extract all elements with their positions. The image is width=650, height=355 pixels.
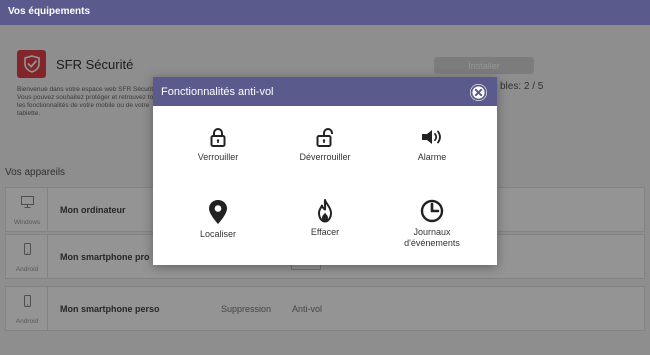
close-icon <box>470 84 487 101</box>
feature-alarm[interactable]: Alarme <box>387 126 477 163</box>
feature-unlock[interactable]: Déverrouiller <box>280 126 370 163</box>
speaker-icon <box>422 130 441 144</box>
feature-locate[interactable]: Localiser <box>173 199 263 240</box>
flame-icon <box>318 199 332 223</box>
feature-label: Verrouiller <box>197 152 239 162</box>
top-bar: Vos équipements <box>0 0 650 25</box>
modal-header: Fonctionnalités anti-vol <box>153 77 497 106</box>
antitheft-modal: Fonctionnalités anti-vol Verrouiller Dév… <box>153 77 497 265</box>
lock-icon <box>210 128 226 147</box>
feature-label: Alarme <box>417 152 447 162</box>
clock-icon <box>420 199 444 223</box>
feature-label: Effacer <box>310 227 340 237</box>
feature-label: Déverrouiller <box>299 152 351 162</box>
feature-event-logs[interactable]: Journaux d'événements <box>387 199 477 249</box>
feature-wipe[interactable]: Effacer <box>280 199 370 238</box>
modal-title: Fonctionnalités anti-vol <box>161 86 274 98</box>
map-pin-icon <box>209 200 227 224</box>
page-title: Vos équipements <box>8 6 91 17</box>
feature-label: Localiser <box>199 229 237 239</box>
unlock-icon <box>316 128 333 147</box>
close-button[interactable] <box>470 84 487 101</box>
feature-label: Journaux d'événements <box>404 227 460 248</box>
feature-lock[interactable]: Verrouiller <box>173 126 263 163</box>
